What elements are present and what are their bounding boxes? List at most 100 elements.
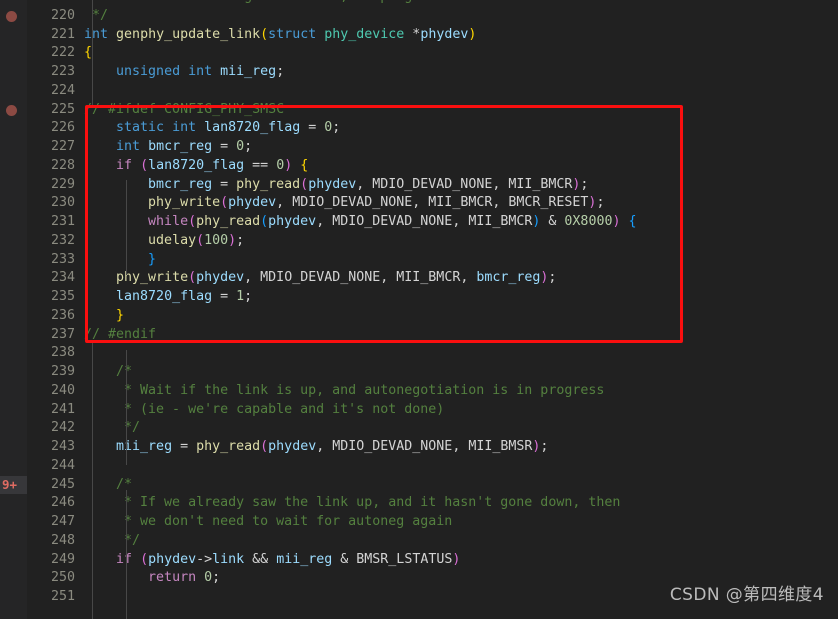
code-line[interactable]: * (ie - we're capable and it's not done): [84, 401, 838, 420]
line-number: 247: [50, 514, 75, 529]
code-token: (: [260, 26, 269, 42]
code-line[interactable]: [84, 344, 838, 363]
code-token: ;: [580, 176, 589, 192]
breakpoint-icon[interactable]: [6, 10, 17, 22]
code-line[interactable]: bmcr_reg = phy_read(phydev, MDIO_DEVAD_N…: [84, 176, 838, 195]
code-token: *: [404, 26, 421, 42]
code-line[interactable]: }: [84, 251, 838, 270]
code-token: phydev: [420, 26, 469, 42]
code-token: 0: [236, 139, 245, 154]
code-token: (: [260, 214, 269, 229]
code-line[interactable]: phy_write(phydev, MDIO_DEVAD_NONE, MII_B…: [84, 269, 838, 288]
line-number: 229: [50, 176, 75, 192]
code-token: ,: [460, 270, 477, 286]
code-token: ->: [196, 551, 213, 567]
code-token: ): [228, 232, 237, 248]
code-line[interactable]: /*: [84, 363, 838, 382]
code-editor[interactable]: 9+ 2192202212222232242252262272282292302…: [0, 0, 838, 619]
code-line[interactable]: /*: [84, 476, 838, 495]
code-token: ;: [276, 64, 285, 79]
line-number: 221: [50, 26, 75, 42]
code-line[interactable]: [84, 457, 838, 476]
code-token: {: [84, 45, 93, 61]
code-line[interactable]: static int lan8720_flag = 0;: [84, 119, 838, 138]
code-line[interactable]: }: [84, 307, 838, 326]
line-number: 250: [50, 570, 75, 586]
line-number: 234: [50, 270, 75, 286]
code-line[interactable]: */: [84, 7, 838, 26]
code-token: int: [84, 26, 109, 42]
line-number: 228: [50, 157, 75, 173]
code-line[interactable]: * If we already saw the link up, and it …: [84, 494, 838, 513]
code-line[interactable]: [84, 82, 838, 101]
code-line[interactable]: udelay(100);: [84, 232, 838, 251]
code-line[interactable]: if (lan8720_flag == 0) {: [84, 157, 838, 176]
code-token: phydev: [148, 551, 197, 567]
line-number: 235: [50, 289, 75, 304]
code-line[interactable]: int bmcr_reg = 0;: [84, 138, 838, 157]
code-line[interactable]: lan8720_flag = 1;: [84, 288, 838, 307]
code-content-area[interactable]: * the status register twice, keeping the…: [84, 0, 838, 619]
code-token: (: [188, 214, 197, 229]
code-token: MII_BMCR: [428, 195, 493, 211]
code-token: MDIO_DEVAD_NONE: [332, 214, 453, 229]
code-token: }: [148, 251, 157, 267]
line-number: 224: [50, 82, 75, 98]
code-token: ;: [212, 570, 221, 586]
breakpoint-icon[interactable]: [6, 104, 17, 116]
code-line[interactable]: {: [84, 44, 838, 63]
code-token: (: [300, 176, 309, 192]
code-token: ;: [244, 289, 253, 304]
code-token: MII_BMCR: [508, 176, 573, 192]
code-line[interactable]: */: [84, 532, 838, 551]
code-token: */: [84, 7, 109, 23]
code-token: ;: [244, 139, 253, 154]
code-line[interactable]: while(phy_read(phydev, MDIO_DEVAD_NONE, …: [84, 213, 838, 232]
code-token: ): [468, 26, 477, 42]
code-token: mii_reg: [220, 64, 277, 79]
code-token: ,: [452, 439, 469, 454]
code-token: * Wait if the link is up, and autonegoti…: [84, 382, 605, 398]
code-token: lan8720_flag: [148, 157, 245, 173]
code-line[interactable]: unsigned int mii_reg;: [84, 63, 838, 82]
code-line[interactable]: * we don't need to wait for autoneg agai…: [84, 513, 838, 532]
indent-guide: [126, 350, 127, 465]
code-token: bmcr_reg: [148, 139, 213, 154]
code-token: // #ifdef CONFIG_PHY_SMSC: [84, 101, 285, 117]
code-line[interactable]: * Wait if the link is up, and autonegoti…: [84, 382, 838, 401]
code-token: (: [220, 195, 229, 211]
code-line[interactable]: // #endif: [84, 326, 838, 345]
code-line[interactable]: * the status register twice, keeping the…: [84, 0, 838, 7]
code-token: mii_reg: [276, 551, 333, 567]
code-token: ;: [332, 120, 341, 136]
code-line[interactable]: mii_reg = phy_read(phydev, MDIO_DEVAD_NO…: [84, 438, 838, 457]
code-token: phy_read: [236, 176, 301, 192]
code-token: int: [172, 120, 197, 136]
editor-glyph-margin[interactable]: 9+: [0, 0, 27, 619]
code-token: ;: [236, 232, 245, 248]
code-token: // #endif: [84, 326, 157, 342]
code-token: ;: [548, 270, 557, 286]
line-number: 239: [50, 364, 75, 379]
code-token: ,: [452, 214, 469, 229]
problem-count-badge[interactable]: 9+: [0, 475, 27, 495]
code-token: MII_BMSR: [468, 439, 533, 454]
code-line[interactable]: phy_write(phydev, MDIO_DEVAD_NONE, MII_B…: [84, 194, 838, 213]
code-token: mii_reg: [116, 439, 173, 454]
code-line[interactable]: */: [84, 419, 838, 438]
code-line[interactable]: int genphy_update_link(struct phy_device…: [84, 26, 838, 45]
code-line[interactable]: if (phydev->link && mii_reg & BMSR_LSTAT…: [84, 551, 838, 570]
code-token: (: [260, 439, 269, 454]
code-token: struct: [268, 26, 317, 42]
code-token: 100: [204, 232, 229, 248]
code-line[interactable]: // #ifdef CONFIG_PHY_SMSC: [84, 101, 838, 120]
